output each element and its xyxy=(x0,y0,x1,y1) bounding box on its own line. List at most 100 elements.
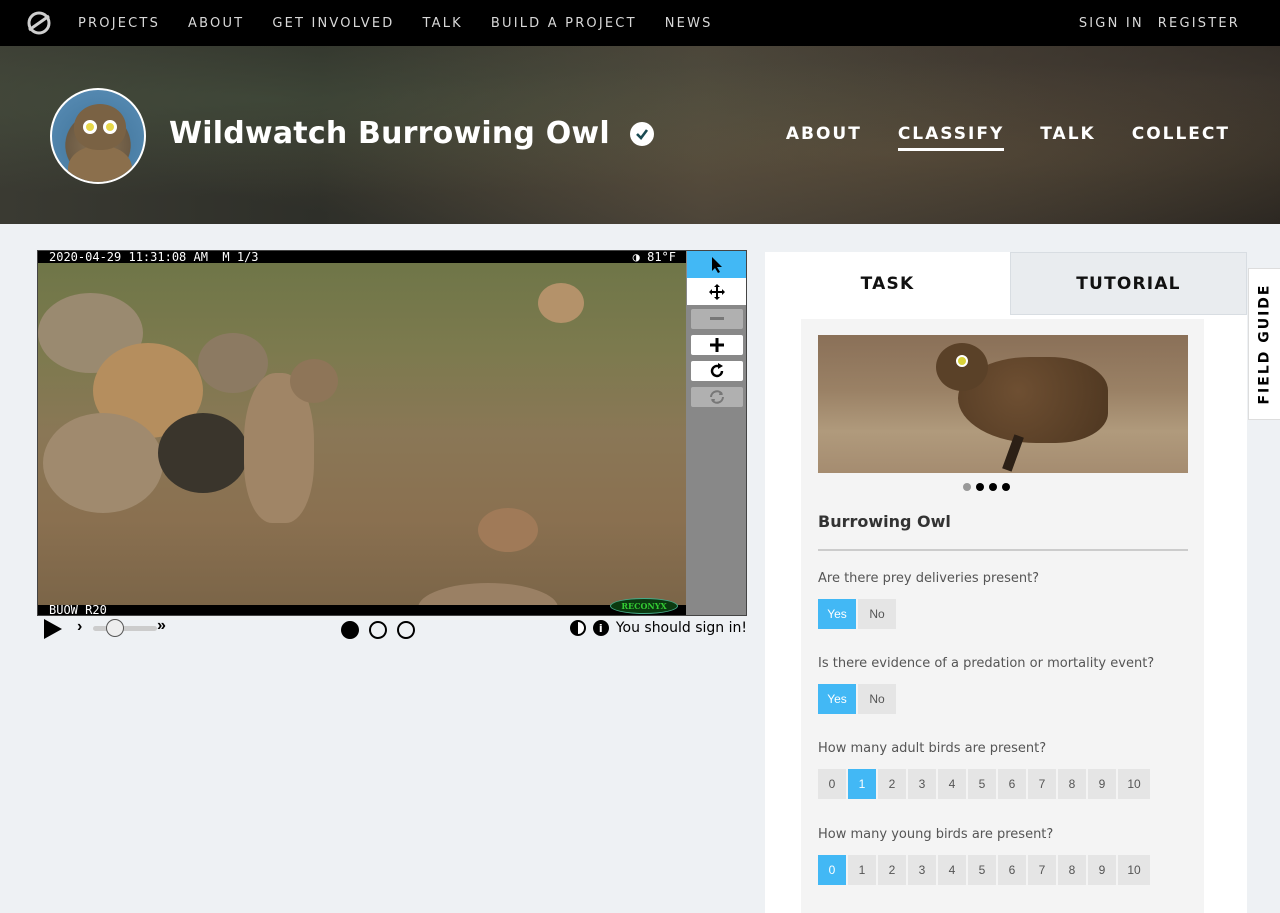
image-toolbar xyxy=(687,251,746,615)
frame-dot-2[interactable] xyxy=(369,621,387,639)
zoom-in-button[interactable] xyxy=(691,335,743,355)
answer-1[interactable]: 1 xyxy=(848,855,876,885)
example-owl-leg xyxy=(1002,434,1024,472)
zoom-out-button[interactable] xyxy=(691,309,743,329)
camera-temperature: ◑ 81°F xyxy=(632,251,676,264)
answer-8[interactable]: 8 xyxy=(1058,769,1086,799)
answer-no[interactable]: No xyxy=(858,599,896,629)
answer-7[interactable]: 7 xyxy=(1028,769,1056,799)
project-nav-about[interactable]: ABOUT xyxy=(786,124,862,151)
avatar-owl-eye-left xyxy=(83,120,97,134)
answer-9[interactable]: 9 xyxy=(1088,855,1116,885)
site-nav-links: PROJECTS ABOUT GET INVOLVED TALK BUILD A… xyxy=(78,0,741,46)
zoom-out-icon xyxy=(710,317,724,320)
answer-yes[interactable]: Yes xyxy=(818,684,856,714)
answer-5[interactable]: 5 xyxy=(968,855,996,885)
answer-3[interactable]: 3 xyxy=(908,769,936,799)
carousel-dot[interactable] xyxy=(976,483,984,491)
frame-dot-1[interactable] xyxy=(341,621,359,639)
project-nav-collect[interactable]: COLLECT xyxy=(1132,124,1230,151)
image-carousel-dots xyxy=(963,483,1015,491)
project-nav-classify[interactable]: CLASSIFY xyxy=(897,124,1005,151)
project-avatar[interactable] xyxy=(50,88,146,184)
answer-4[interactable]: 4 xyxy=(938,769,966,799)
pan-tool-button[interactable] xyxy=(687,278,746,305)
sign-in-link[interactable]: SIGN IN xyxy=(1079,16,1144,31)
project-title[interactable]: Wildwatch Burrowing Owl xyxy=(169,116,654,151)
rotate-button[interactable] xyxy=(691,361,743,381)
species-example-image[interactable] xyxy=(818,335,1188,473)
avatar-owl-head xyxy=(74,104,126,150)
camera-timestamp: 2020-04-29 11:31:08 AM M 1/3 xyxy=(38,251,686,263)
answers-predation: Yes No xyxy=(818,684,898,714)
tab-tutorial[interactable]: TUTORIAL xyxy=(1010,252,1247,315)
nav-get-involved[interactable]: GET INVOLVED xyxy=(272,16,394,31)
answer-10[interactable]: 10 xyxy=(1118,769,1150,799)
answer-0[interactable]: 0 xyxy=(818,769,846,799)
owl-head-in-photo xyxy=(290,359,338,403)
carousel-dot[interactable] xyxy=(989,483,997,491)
task-content: Burrowing Owl Are there prey deliveries … xyxy=(801,319,1204,913)
answers-young: 0 1 2 3 4 5 6 7 8 9 10 xyxy=(818,855,1152,885)
auth-links: SIGN IN REGISTER xyxy=(1065,0,1240,46)
reset-icon xyxy=(710,390,724,404)
answer-8[interactable]: 8 xyxy=(1058,855,1086,885)
answer-10[interactable]: 10 xyxy=(1118,855,1150,885)
nav-projects[interactable]: PROJECTS xyxy=(78,16,160,31)
reconyx-logo: RECONYX xyxy=(610,598,678,614)
project-title-text: Wildwatch Burrowing Owl xyxy=(169,116,610,151)
nav-news[interactable]: NEWS xyxy=(665,16,713,31)
task-panel: TASK TUTORIAL Burrowing Owl Are there pr… xyxy=(765,252,1247,913)
subject-image[interactable]: 2020-04-29 11:31:08 AM M 1/3 ◑ 81°F BUOW… xyxy=(38,251,686,615)
question-predation: Is there evidence of a predation or mort… xyxy=(818,656,1155,671)
answer-7[interactable]: 7 xyxy=(1028,855,1056,885)
carousel-dot[interactable] xyxy=(963,483,971,491)
answer-no[interactable]: No xyxy=(858,684,896,714)
speed-slider-track[interactable] xyxy=(93,626,157,631)
example-owl-head xyxy=(936,343,988,391)
speed-slider-handle[interactable] xyxy=(106,619,124,637)
answer-3[interactable]: 3 xyxy=(908,855,936,885)
tab-task[interactable]: TASK xyxy=(765,252,1010,315)
top-navigation: PROJECTS ABOUT GET INVOLVED TALK BUILD A… xyxy=(0,0,1280,46)
answer-yes[interactable]: Yes xyxy=(818,599,856,629)
nav-build-a-project[interactable]: BUILD A PROJECT xyxy=(491,16,637,31)
answer-0[interactable]: 0 xyxy=(818,855,846,885)
avatar-owl-body xyxy=(68,146,132,182)
contrast-icon[interactable] xyxy=(569,620,586,636)
field-guide-button[interactable]: FIELD GUIDE xyxy=(1248,268,1280,420)
zoom-in-icon xyxy=(710,338,724,352)
register-link[interactable]: REGISTER xyxy=(1158,16,1240,31)
answers-adults: 0 1 2 3 4 5 6 7 8 9 10 xyxy=(818,769,1152,799)
zooniverse-logo-icon[interactable] xyxy=(26,10,52,36)
answers-prey: Yes No xyxy=(818,599,898,629)
answer-4[interactable]: 4 xyxy=(938,855,966,885)
frame-dot-3[interactable] xyxy=(397,621,415,639)
project-header: Wildwatch Burrowing Owl ABOUT CLASSIFY T… xyxy=(0,46,1280,224)
info-icon[interactable]: i xyxy=(592,620,609,636)
answer-6[interactable]: 6 xyxy=(998,769,1026,799)
nav-talk[interactable]: TALK xyxy=(422,16,462,31)
pointer-tool-button[interactable] xyxy=(687,251,746,278)
project-nav: ABOUT CLASSIFY TALK COLLECT xyxy=(750,124,1230,151)
reset-button[interactable] xyxy=(691,387,743,407)
rock xyxy=(538,283,584,323)
play-icon[interactable] xyxy=(44,619,62,639)
nav-about[interactable]: ABOUT xyxy=(188,16,244,31)
question-prey: Are there prey deliveries present? xyxy=(818,571,1040,586)
answer-6[interactable]: 6 xyxy=(998,855,1026,885)
double-chevron-right-icon[interactable]: » xyxy=(157,617,166,635)
answer-5[interactable]: 5 xyxy=(968,769,996,799)
answer-9[interactable]: 9 xyxy=(1088,769,1116,799)
rotate-icon xyxy=(710,363,724,378)
project-nav-talk[interactable]: TALK xyxy=(1040,124,1095,151)
answer-2[interactable]: 2 xyxy=(878,855,906,885)
answer-1[interactable]: 1 xyxy=(848,769,876,799)
chevron-right-icon[interactable]: › xyxy=(77,618,82,636)
signin-message: You should sign in! xyxy=(615,620,747,636)
carousel-dot[interactable] xyxy=(1002,483,1010,491)
answer-2[interactable]: 2 xyxy=(878,769,906,799)
pointer-icon xyxy=(711,256,722,273)
rock xyxy=(158,413,248,493)
rock xyxy=(43,413,163,513)
